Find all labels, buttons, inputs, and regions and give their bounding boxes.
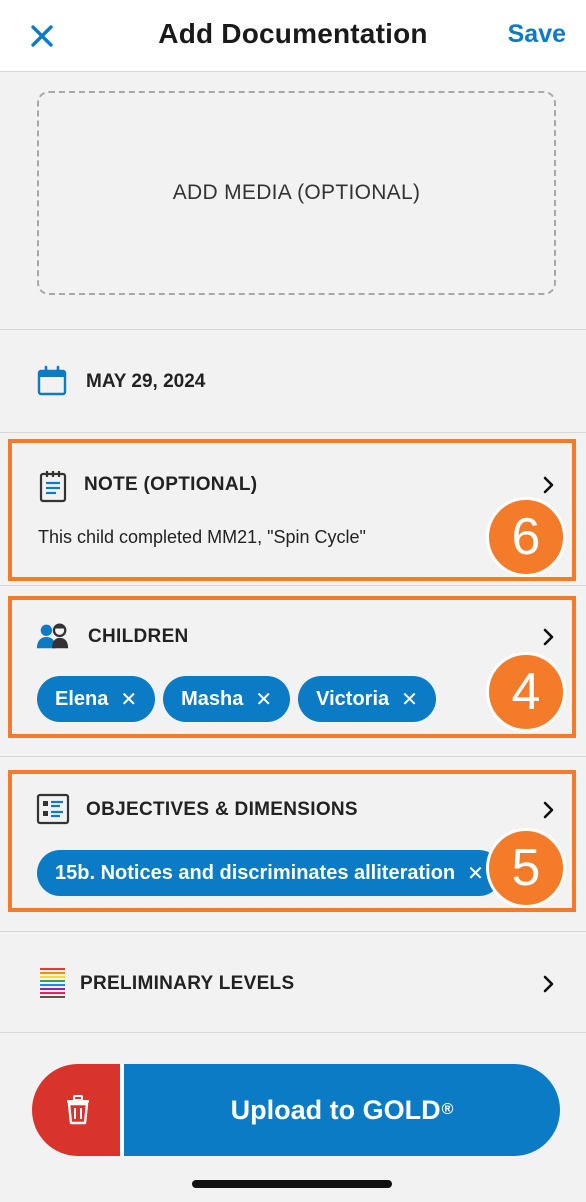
remove-icon[interactable]: ✕: [467, 861, 484, 886]
note-title: NOTE (OPTIONAL): [84, 474, 258, 495]
chip-label: Victoria: [316, 687, 390, 710]
children-title: CHILDREN: [88, 626, 189, 647]
upload-to-gold-button[interactable]: Upload to GOLD ®: [120, 1064, 560, 1156]
bottom-action-bar: Upload to GOLD ®: [0, 1034, 586, 1202]
rainbow-lines-icon: [40, 968, 65, 998]
chevron-right-icon: [543, 476, 554, 494]
home-indicator: [192, 1180, 392, 1188]
remove-icon[interactable]: ✕: [401, 687, 418, 712]
child-chip[interactable]: Masha ✕: [163, 676, 291, 722]
objectives-title: OBJECTIVES & DIMENSIONS: [86, 799, 358, 820]
child-chip[interactable]: Elena ✕: [37, 676, 156, 722]
callout-number-children: 4: [486, 652, 566, 732]
callout-number-note: 6: [486, 497, 566, 577]
top-bar: Add Documentation Save: [0, 0, 586, 72]
remove-icon[interactable]: ✕: [255, 687, 272, 712]
note-icon: [39, 471, 67, 503]
date-row[interactable]: MAY 29, 2024: [0, 331, 586, 433]
trash-icon: [67, 1095, 89, 1125]
remove-icon[interactable]: ✕: [120, 687, 137, 712]
objective-chip[interactable]: 15b. Notices and discriminates alliterat…: [37, 850, 502, 896]
chevron-right-icon: [543, 801, 554, 819]
levels-title: PRELIMINARY LEVELS: [80, 973, 295, 994]
save-button[interactable]: Save: [508, 20, 566, 49]
page-title: Add Documentation: [158, 18, 428, 49]
chip-label: Elena: [55, 687, 109, 710]
chevron-right-icon: [543, 975, 554, 993]
children-chips: Elena ✕ Masha ✕ Victoria ✕: [37, 676, 436, 722]
chevron-right-icon: [543, 628, 554, 646]
child-chip[interactable]: Victoria ✕: [298, 676, 436, 722]
levels-section[interactable]: PRELIMINARY LEVELS: [0, 933, 586, 1033]
upload-label: Upload to GOLD: [230, 1094, 441, 1125]
children-icon: [36, 623, 69, 649]
callout-number-objectives: 5: [486, 828, 566, 908]
add-media-dropzone[interactable]: ADD MEDIA (OPTIONAL): [37, 91, 556, 295]
chip-label: 15b. Notices and discriminates alliterat…: [55, 861, 456, 884]
delete-button[interactable]: [32, 1064, 124, 1156]
note-text: This child completed MM21, "Spin Cycle": [38, 527, 366, 547]
objective-chips: 15b. Notices and discriminates alliterat…: [37, 850, 502, 896]
date-value: MAY 29, 2024: [86, 371, 206, 392]
add-media-label: ADD MEDIA (OPTIONAL): [172, 181, 421, 204]
calendar-icon: [37, 365, 67, 396]
checklist-icon: [36, 793, 70, 825]
media-section: ADD MEDIA (OPTIONAL): [0, 72, 586, 330]
registered-mark: ®: [441, 1101, 454, 1118]
chip-label: Masha: [181, 687, 244, 710]
